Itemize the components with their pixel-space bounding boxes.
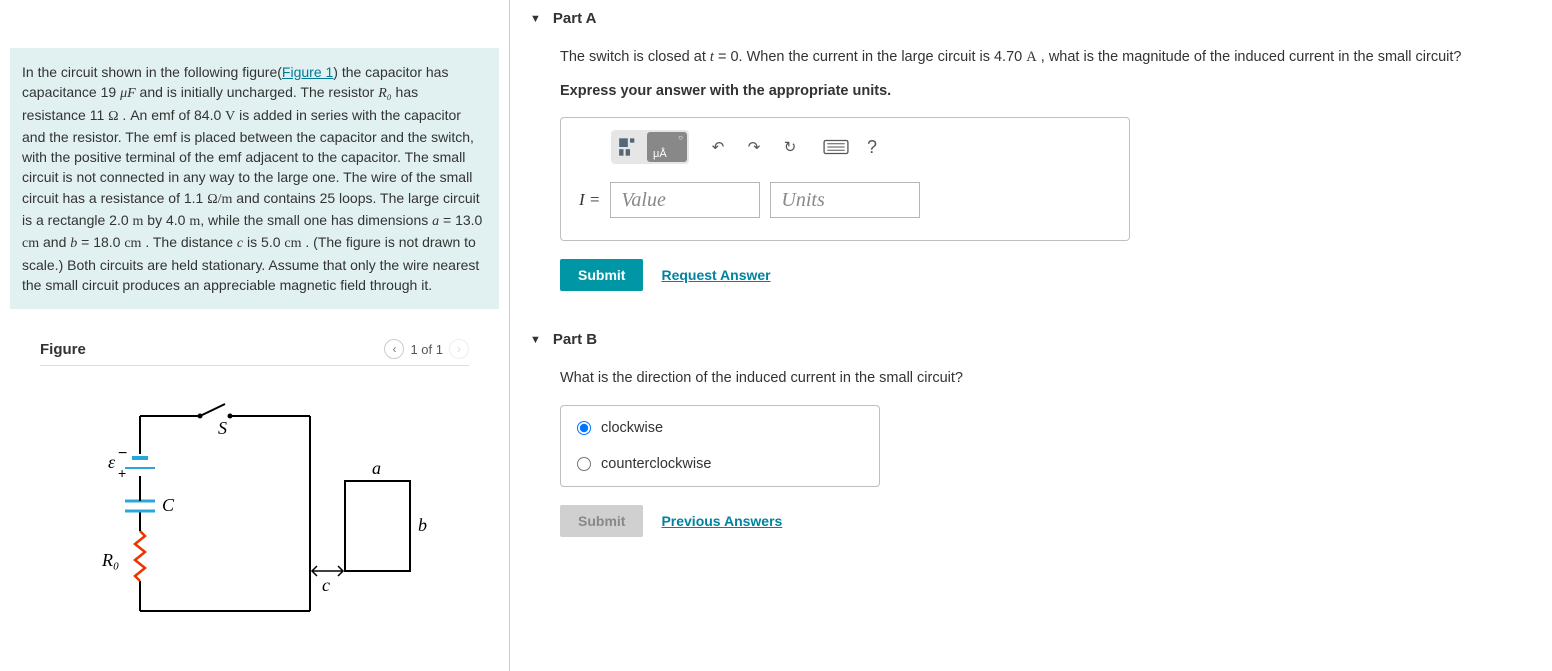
figure-image: S R₀ C + [40,366,469,639]
option-counterclockwise[interactable]: counterclockwise [561,446,879,482]
b-label: b [418,515,427,535]
request-answer-link[interactable]: Request Answer [661,267,770,283]
part-b-question: What is the direction of the induced cur… [560,368,1532,388]
part-b-title: Part B [553,331,597,348]
text: The switch is closed at [560,49,710,65]
minus-label: − [118,445,127,462]
part-a-instruction: Express your answer with the appropriate… [560,83,1532,99]
units-tool-icon[interactable]: μÅ ○ [647,132,687,162]
part-b-header[interactable]: ▼ Part B [530,321,1532,358]
radio-panel: clockwise counterclockwise [560,405,880,487]
tool-group-format: μÅ ○ [611,130,689,164]
text: and [39,234,70,250]
unit-cm: cm [284,236,301,251]
answer-label: I = [579,190,600,210]
submit-button[interactable]: Submit [560,259,643,291]
text: , while the small one has dimensions [200,212,432,228]
plus-label: + [118,465,126,481]
figure-prev-button[interactable]: ‹ [384,339,404,359]
part-b-body: What is the direction of the induced cur… [530,358,1532,556]
part-b-submit-row: Submit Previous Answers [560,505,1532,537]
text: = 13.0 [439,212,482,228]
radio-counterclockwise[interactable] [577,457,591,471]
figure-section: Figure ‹ 1 of 1 › S [10,339,499,639]
figure-title: Figure [40,341,86,358]
text: = 18.0 [77,234,124,250]
option-clockwise[interactable]: clockwise [561,410,879,446]
part-a-question: The switch is closed at t = 0. When the … [560,47,1532,67]
figure-next-button[interactable]: › [449,339,469,359]
text: . An emf of 84.0 [119,107,226,123]
capacitor-label: C [162,495,175,515]
text: by 4.0 [143,212,189,228]
submit-button-disabled: Submit [560,505,643,537]
option-label: counterclockwise [601,456,711,472]
unit-m: m [189,214,200,229]
part-a-body: The switch is closed at t = 0. When the … [530,37,1532,311]
collapse-icon: ▼ [530,13,541,25]
a-label: a [372,458,381,478]
value-input[interactable] [610,182,760,218]
problem-statement: In the circuit shown in the following fi… [10,48,499,309]
answer-row: I = [579,182,1111,218]
input-toolbar: μÅ ○ ↶ ↷ ↻ ? [579,130,1111,164]
collapse-icon: ▼ [530,334,541,346]
c-label: c [322,575,330,595]
keyboard-icon[interactable] [819,132,853,162]
part-a-title: Part A [553,10,597,27]
part-a-submit-row: Submit Request Answer [560,259,1532,291]
figure-nav: ‹ 1 of 1 › [384,339,469,359]
r0-label: R₀ [101,550,119,570]
text: In the circuit shown in the following fi… [22,64,282,80]
unit-v: V [225,109,235,124]
text: = 0. When the current in the large circu… [714,49,1026,65]
unit-m: m [133,214,144,229]
text: is 5.0 [243,234,284,250]
redo-icon[interactable]: ↷ [737,132,771,162]
option-label: clockwise [601,420,663,436]
radio-clockwise[interactable] [577,421,591,435]
unit-cm: cm [124,236,141,251]
figure-header: Figure ‹ 1 of 1 › [40,339,469,366]
answer-input-panel: μÅ ○ ↶ ↷ ↻ ? I = [560,117,1130,241]
r0-symbol: R₀ [378,86,391,101]
help-icon[interactable]: ? [855,132,889,162]
part-a-header[interactable]: ▼ Part A [530,0,1532,37]
templates-icon[interactable] [613,132,647,162]
reset-icon[interactable]: ↻ [773,132,807,162]
unit-cm: cm [22,236,39,251]
right-column: ▼ Part A The switch is closed at t = 0. … [510,0,1552,671]
undo-icon[interactable]: ↶ [701,132,735,162]
emf-label: ε [108,452,116,472]
amp-unit: A [1026,49,1036,65]
unit-ohm-m: Ω/m [207,192,232,207]
switch-label: S [218,418,227,438]
figure-page-indicator: 1 of 1 [410,342,443,357]
text: , what is the magnitude of the induced c… [1037,49,1462,65]
text: and is initially uncharged. The resistor [136,84,379,100]
unit-uf: μF [120,86,136,101]
figure-link[interactable]: Figure 1 [282,64,333,80]
unit-ohm: Ω [108,109,118,124]
units-input[interactable] [770,182,920,218]
text: . The distance [141,234,236,250]
left-column: In the circuit shown in the following fi… [0,0,510,671]
previous-answers-link[interactable]: Previous Answers [661,513,782,529]
